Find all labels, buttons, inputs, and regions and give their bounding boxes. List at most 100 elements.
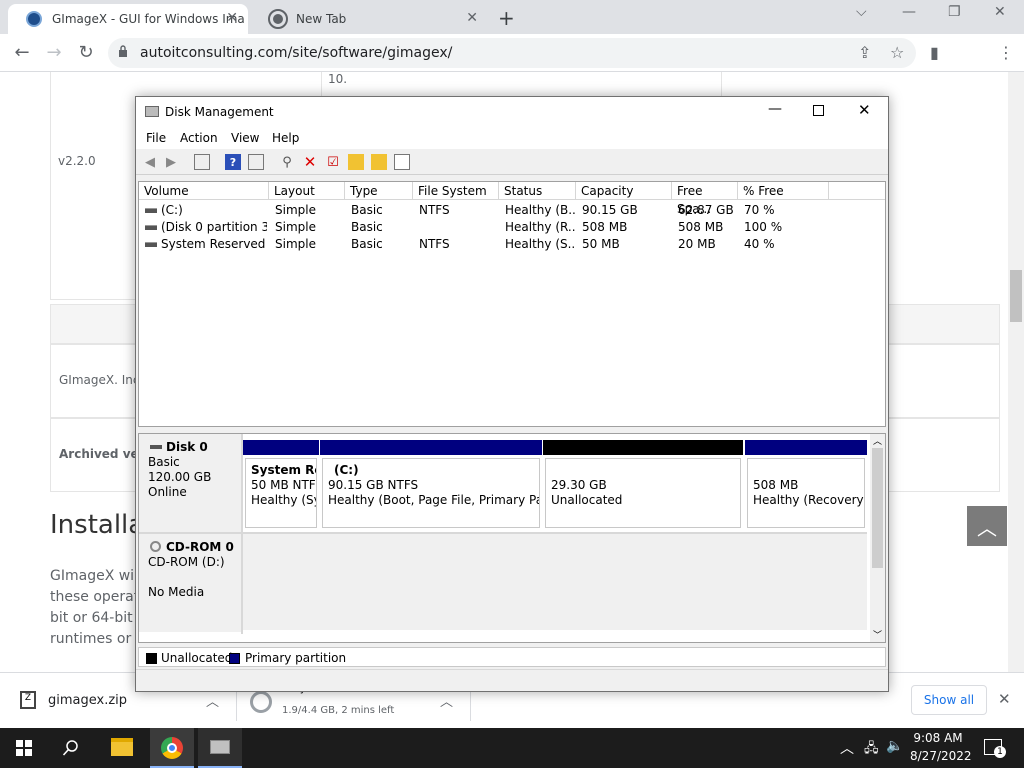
volume-list[interactable]: Volume Layout Type File System Status Ca… <box>138 181 886 427</box>
back-arrow-icon[interactable]: ◀ <box>142 154 158 170</box>
disk-area-scrollbar[interactable]: ︿ ﹀ <box>870 434 885 642</box>
partition-status: Healthy (Boot, Page File, Primary Partit… <box>328 493 539 507</box>
reload-button[interactable]: ↻ <box>76 42 96 63</box>
cdrom0-label[interactable]: CD-ROM 0 CD-ROM (D:) No Media <box>139 534 241 632</box>
partition-c-drive[interactable]: (C:) 90.15 GB NTFS Healthy (Boot, Page F… <box>320 440 542 536</box>
windows-start-icon[interactable] <box>16 740 32 756</box>
column-free-space[interactable]: Free Spa... <box>672 182 738 216</box>
connect-icon[interactable]: ⚲ <box>279 154 295 170</box>
disk-graphical-view[interactable]: Disk 0 Basic 120.00 GB Online System Res… <box>138 433 886 643</box>
close-browser-button[interactable]: ✕ <box>994 4 1006 20</box>
minimize-browser-button[interactable]: — <box>902 4 916 20</box>
partition-recovery[interactable]: 508 MB Healthy (Recovery Pa <box>745 440 867 536</box>
disk-area-scroll-thumb[interactable] <box>872 448 883 568</box>
table-row[interactable]: (C:) Simple Basic NTFS Healthy (B... 90.15 GB… <box>139 202 885 219</box>
forward-button[interactable]: → <box>44 42 64 63</box>
site-favicon-icon <box>26 11 42 27</box>
search-folder-icon[interactable] <box>371 154 387 170</box>
bookmark-star-icon[interactable]: ☆ <box>890 43 904 62</box>
close-download-bar-icon[interactable]: ✕ <box>998 690 1011 708</box>
volume-name: (Disk 0 partition 3) <box>161 220 267 234</box>
column-type[interactable]: Type <box>345 182 413 200</box>
tab-search-icon[interactable]: ⌵ <box>856 4 867 20</box>
volume-icon <box>145 208 157 213</box>
tab-new-tab[interactable]: New Tab ✕ <box>252 4 488 34</box>
forward-arrow-icon[interactable]: ▶ <box>163 154 179 170</box>
column-percent-free[interactable]: % Free <box>738 182 829 200</box>
column-layout[interactable]: Layout <box>269 182 345 200</box>
menu-action[interactable]: Action <box>180 131 218 145</box>
cell-layout: Simple <box>275 203 316 217</box>
close-tab-icon[interactable]: ✕ <box>466 10 478 26</box>
restore-browser-button[interactable]: ❐ <box>948 4 961 20</box>
close-button[interactable]: ✕ <box>858 101 871 119</box>
download-options-chevron-icon[interactable]: ︿ <box>206 691 219 710</box>
chrome-taskbar-button[interactable] <box>150 728 194 768</box>
lock-icon[interactable] <box>118 45 128 57</box>
cell-file-system: NTFS <box>419 237 450 251</box>
disk-management-taskbar-button[interactable] <box>198 728 242 768</box>
column-file-system[interactable]: File System <box>413 182 499 200</box>
cell-volume: System Reserved <box>145 237 267 251</box>
volume-name: (C:) <box>161 203 183 217</box>
folder-up-icon[interactable] <box>348 154 364 170</box>
browser-menu-icon[interactable]: ⋮ <box>998 43 1014 62</box>
legend-label: Unallocated <box>161 651 233 665</box>
cell-percent-free: 40 % <box>744 237 775 251</box>
show-hidden-icons-chevron-icon[interactable]: ︿ <box>840 738 854 758</box>
show-all-button[interactable]: Show all <box>911 685 987 715</box>
column-volume[interactable]: Volume <box>139 182 269 200</box>
partition-system-reserved[interactable]: System Res 50 MB NTFS Healthy (Sy <box>243 440 319 536</box>
table-row[interactable]: (Disk 0 partition 3) Simple Basic Healthy (… <box>139 219 885 236</box>
disk0-size: 120.00 GB <box>148 470 212 484</box>
legend-swatch-primary <box>229 653 240 664</box>
partition-color-bar <box>320 440 542 455</box>
menu-bar: File Action View Help <box>136 127 888 149</box>
check-icon[interactable]: ☑ <box>325 154 341 170</box>
delete-icon[interactable]: ✕ <box>302 153 318 171</box>
menu-view[interactable]: View <box>231 131 259 145</box>
network-icon[interactable]: 🖧 <box>864 739 879 761</box>
maximize-button[interactable] <box>813 105 824 116</box>
file-explorer-icon[interactable] <box>111 738 133 756</box>
window-titlebar[interactable]: Disk Management — ✕ <box>136 97 888 127</box>
help-icon[interactable]: ? <box>225 154 241 170</box>
table-row[interactable]: System Reserved Simple Basic NTFS Healthy (S… <box>139 236 885 253</box>
share-icon[interactable]: ⇪ <box>858 43 871 62</box>
show-hide-console-tree-icon[interactable] <box>194 154 210 170</box>
side-panel-icon[interactable]: ▮ <box>930 43 939 62</box>
column-capacity[interactable]: Capacity <box>576 182 672 200</box>
column-status[interactable]: Status <box>499 182 576 200</box>
cell-capacity: 90.15 GB <box>582 203 638 217</box>
page-scroll-thumb[interactable] <box>1010 270 1022 322</box>
scroll-to-top-button[interactable]: ︿ <box>967 506 1007 546</box>
download-options-chevron-icon[interactable]: ︿ <box>440 691 453 710</box>
new-tab-button[interactable]: + <box>498 6 515 30</box>
column-empty <box>829 182 885 200</box>
minimize-button[interactable]: — <box>768 101 782 117</box>
disk0-label[interactable]: Disk 0 Basic 120.00 GB Online <box>139 434 241 532</box>
scroll-up-arrow-icon[interactable]: ︿ <box>870 434 885 447</box>
address-toolbar: ← → ↻ autoitconsulting.com/site/software… <box>0 34 1024 96</box>
clock-date[interactable]: 8/27/2022 <box>910 749 972 763</box>
search-icon[interactable] <box>62 739 80 757</box>
menu-file[interactable]: File <box>146 131 166 145</box>
list-view-icon[interactable] <box>394 154 410 170</box>
cell-type: Basic <box>351 220 383 234</box>
menu-help[interactable]: Help <box>272 131 299 145</box>
partition-size: 90.15 GB NTFS <box>328 478 419 492</box>
legend-swatch-unallocated <box>146 653 157 664</box>
tab-gimagex[interactable]: GImageX - GUI for Windows Ima ✕ <box>8 4 248 34</box>
url-bar[interactable]: autoitconsulting.com/site/software/gimag… <box>108 38 916 68</box>
scroll-down-arrow-icon[interactable]: ﹀ <box>870 628 885 641</box>
close-tab-icon[interactable]: ✕ <box>226 10 238 26</box>
volume-icon[interactable]: 🔈 <box>886 738 903 754</box>
tab-label: New Tab <box>296 12 347 26</box>
page-scrollbar[interactable] <box>1008 72 1024 672</box>
download-filename[interactable]: gimagex.zip <box>48 693 127 708</box>
partition-name: System Res <box>251 463 316 477</box>
clock-time[interactable]: 9:08 AM <box>910 731 966 745</box>
back-button[interactable]: ← <box>12 42 32 63</box>
properties-icon[interactable] <box>248 154 264 170</box>
partition-unallocated[interactable]: 29.30 GB Unallocated <box>543 440 743 536</box>
